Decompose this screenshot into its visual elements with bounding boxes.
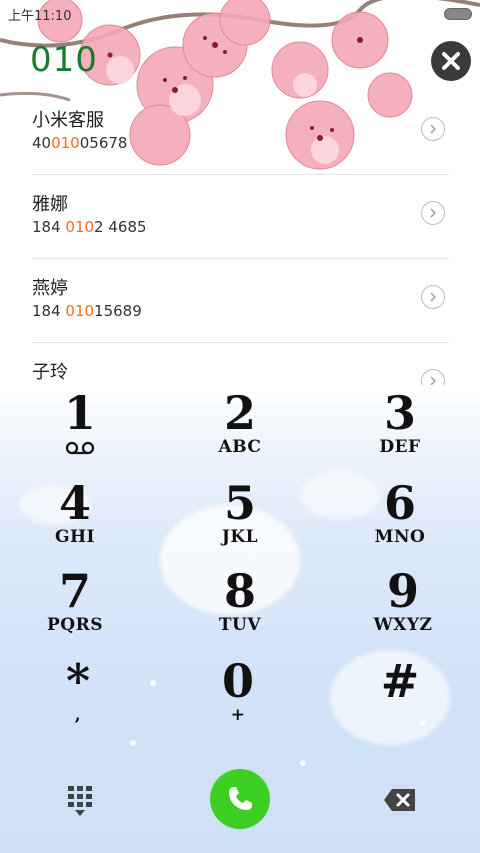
chevron-right-icon xyxy=(430,208,437,218)
key-letters: JKL xyxy=(221,527,259,547)
contact-number: 184 01015689 xyxy=(32,302,142,320)
contact-number: 184 0102 4685 xyxy=(32,218,147,236)
call-button[interactable] xyxy=(210,769,270,829)
key-letters: , xyxy=(74,705,82,725)
backspace-icon xyxy=(384,789,415,811)
dialer-screen: 上午11:10 010 小米客服 4001005678 雅娜 184 0102 … xyxy=(0,0,480,853)
number-match: 010 xyxy=(65,302,95,320)
contact-details-button[interactable] xyxy=(421,117,445,141)
contact-name: 子玲 xyxy=(32,362,68,383)
dialer-action-bar xyxy=(0,760,480,840)
key-letters: MNO xyxy=(374,527,426,547)
contact-name: 燕婷 xyxy=(32,278,68,299)
key-1[interactable]: 1 xyxy=(0,388,160,475)
key-digit: 8 xyxy=(223,564,256,618)
phone-icon xyxy=(229,787,252,810)
key-digit: 9 xyxy=(386,564,419,618)
key-digit: 7 xyxy=(58,564,91,618)
contact-results-list: 小米客服 4001005678 雅娜 184 0102 4685 燕婷 184 … xyxy=(0,90,480,385)
number-match: 010 xyxy=(51,134,80,152)
key-digit: 3 xyxy=(383,386,416,440)
chevron-right-icon xyxy=(430,292,437,302)
number-suffix: 2 4685 xyxy=(94,218,147,236)
contact-result-item[interactable]: 雅娜 184 0102 4685 xyxy=(32,174,449,259)
key-letters: ABC xyxy=(218,437,262,457)
contact-details-button[interactable] xyxy=(421,369,445,385)
number-suffix: 15689 xyxy=(94,302,142,320)
dialed-number[interactable]: 010 xyxy=(30,40,98,80)
voicemail-icon xyxy=(65,440,95,459)
key-7[interactable]: 7 PQRS xyxy=(0,566,155,653)
key-digit: 2 xyxy=(223,386,256,440)
key-hash[interactable]: # xyxy=(320,656,480,743)
key-digit: 1 xyxy=(63,386,96,440)
key-0[interactable]: 0 + xyxy=(158,656,318,743)
contact-number: 4001005678 xyxy=(32,134,127,152)
contact-result-item[interactable]: 燕婷 184 01015689 xyxy=(32,258,449,343)
close-icon xyxy=(442,52,460,70)
contact-name: 雅娜 xyxy=(32,194,68,215)
contact-result-item[interactable]: 子玲 xyxy=(32,342,449,385)
key-letters: TUV xyxy=(218,615,262,635)
key-letters: WXYZ xyxy=(373,615,433,635)
contact-name: 小米客服 xyxy=(32,110,104,131)
number-prefix: 40 xyxy=(32,134,52,152)
contact-result-item[interactable]: 小米客服 4001005678 xyxy=(32,90,449,175)
delete-button[interactable] xyxy=(382,786,418,814)
key-letters: + xyxy=(230,705,246,725)
key-9[interactable]: 9 WXYZ xyxy=(323,566,480,653)
key-letters: GHI xyxy=(54,527,96,547)
key-digit: 6 xyxy=(383,476,416,530)
key-5[interactable]: 5 JKL xyxy=(160,478,320,565)
battery-icon xyxy=(444,8,472,20)
key-2[interactable]: 2 ABC xyxy=(160,388,320,475)
key-digit: # xyxy=(380,654,420,708)
number-prefix: 184 xyxy=(32,218,66,236)
dialpad-icon xyxy=(68,786,92,816)
dial-keypad: 1 2 ABC 3 DEF 4 GHI 5 JKL 6 MNO 7 PQRS 8… xyxy=(0,388,480,733)
key-letters: PQRS xyxy=(47,615,103,635)
key-letters: DEF xyxy=(379,437,421,457)
key-8[interactable]: 8 TUV xyxy=(160,566,320,653)
keypad-toggle-button[interactable] xyxy=(62,784,98,820)
close-button[interactable] xyxy=(431,41,471,81)
contact-details-button[interactable] xyxy=(421,285,445,309)
key-3[interactable]: 3 DEF xyxy=(320,388,480,475)
number-suffix: 05678 xyxy=(79,134,128,152)
status-bar: 上午11:10 xyxy=(0,0,480,26)
key-star[interactable]: * , xyxy=(0,656,158,743)
key-4[interactable]: 4 GHI xyxy=(0,478,155,565)
contact-details-button[interactable] xyxy=(421,201,445,225)
key-digit: 0 xyxy=(221,654,254,708)
key-6[interactable]: 6 MNO xyxy=(320,478,480,565)
number-prefix: 184 xyxy=(32,302,66,320)
key-digit: 4 xyxy=(58,476,91,530)
status-time: 上午11:10 xyxy=(8,9,72,24)
chevron-right-icon xyxy=(430,124,437,134)
key-digit: 5 xyxy=(223,476,256,530)
key-digit: * xyxy=(65,654,91,708)
number-match: 010 xyxy=(65,218,95,236)
chevron-right-icon xyxy=(430,376,437,385)
